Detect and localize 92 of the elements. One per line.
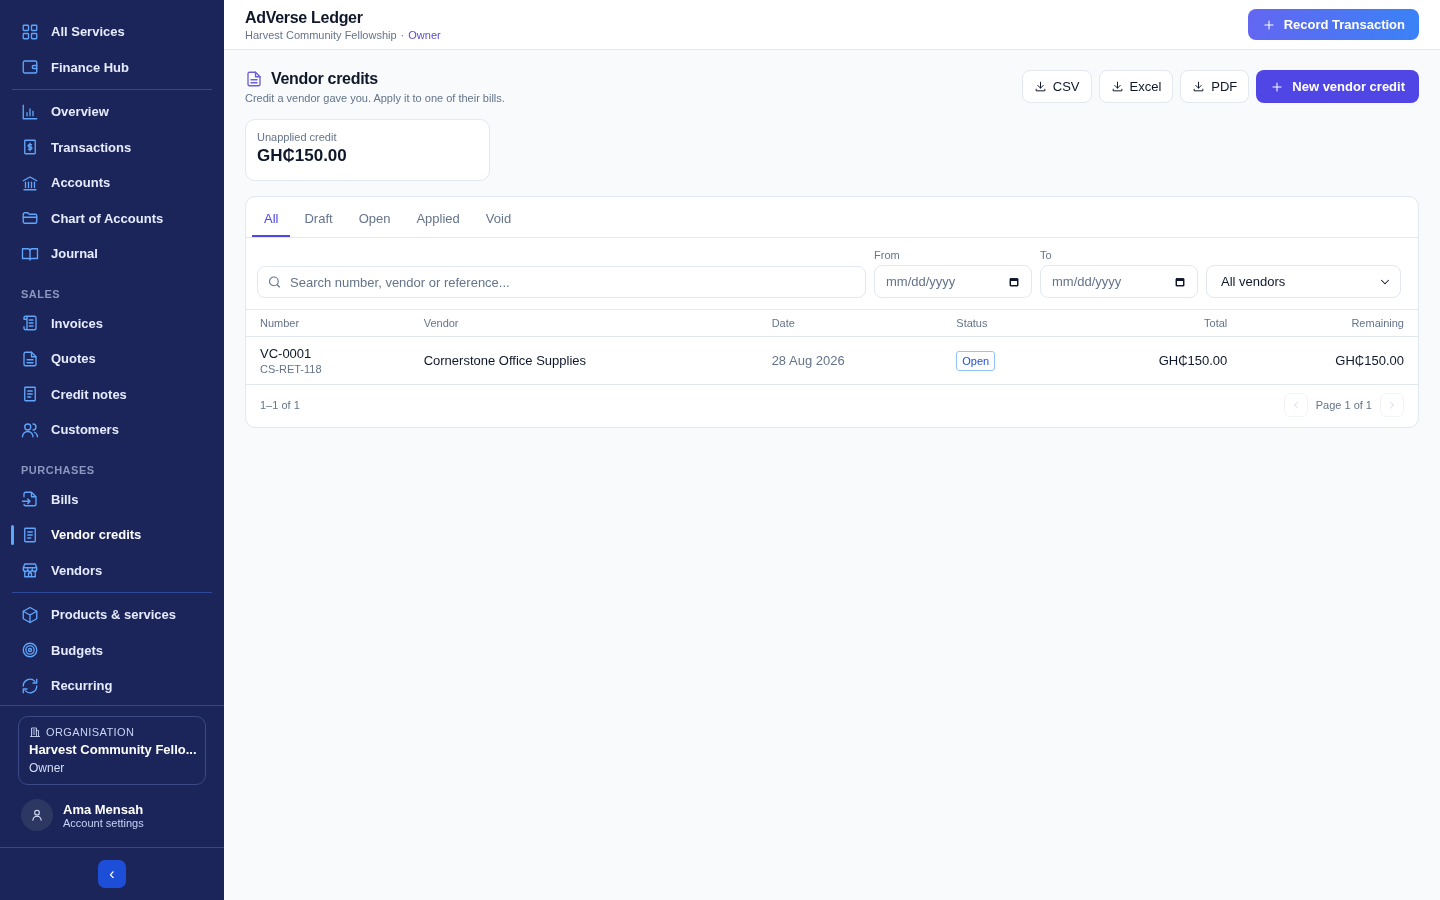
- summary-value: GH₵150.00: [257, 146, 348, 166]
- app-title: AdVerse Ledger: [245, 8, 364, 27]
- table-cell: VC-0001 CS-RET-118: [246, 336, 410, 385]
- plus-icon: [1270, 79, 1285, 94]
- section-heading: PURCHASES: [20, 462, 96, 478]
- search-icon: [267, 274, 282, 290]
- table-cell: Cornerstone Office Supplies: [409, 336, 758, 385]
- nav-item[interactable]: Chart of Accounts: [12, 200, 212, 236]
- vendor-select[interactable]: All vendors: [1206, 265, 1401, 298]
- nav-item[interactable]: Overview: [12, 94, 212, 130]
- users-icon: [21, 420, 39, 439]
- column-header: Date: [757, 310, 943, 337]
- tab[interactable]: Void: [473, 197, 524, 237]
- refresh-icon: [21, 676, 39, 695]
- next-page-button[interactable]: [1380, 393, 1404, 417]
- column-header: Total: [1064, 310, 1242, 337]
- tab[interactable]: All: [252, 197, 291, 237]
- nav-item[interactable]: Invoices: [12, 305, 212, 341]
- organisation-name: Harvest Community Fello...: [29, 742, 195, 757]
- tab[interactable]: Applied: [404, 197, 472, 237]
- date-field[interactable]: mm/dd/yyyy: [874, 265, 1032, 298]
- grid-icon: [21, 22, 39, 41]
- nav-item[interactable]: All Services: [12, 14, 212, 50]
- field-label: From: [874, 249, 901, 261]
- result-count: 1–1 of 1: [260, 399, 300, 411]
- dollar-receipt-icon: [21, 138, 39, 157]
- calendar-icon: [1008, 275, 1020, 288]
- export-button[interactable]: PDF: [1180, 70, 1250, 103]
- export-button[interactable]: Excel: [1098, 70, 1174, 103]
- user-name: Ama Mensah: [63, 801, 144, 817]
- status-badge: Open: [956, 350, 996, 371]
- role-label: Owner: [408, 28, 441, 41]
- nav-item[interactable]: Customers: [12, 412, 212, 448]
- column-header: Status: [942, 310, 1065, 337]
- calendar-icon: [1174, 275, 1186, 288]
- store-icon: [21, 561, 39, 580]
- column-header: Vendor: [409, 310, 758, 337]
- table-cell: GH₵150.00: [1241, 336, 1418, 385]
- target-icon: [21, 641, 39, 660]
- organisation-name: Harvest Community Fellowship: [245, 28, 397, 41]
- download-icon: [1110, 80, 1124, 93]
- document-icon: [245, 70, 263, 88]
- nav-item[interactable]: Credit notes: [12, 376, 212, 412]
- nav-item[interactable]: Finance Hub: [12, 49, 212, 85]
- plus-icon: [1261, 17, 1276, 32]
- scroll-icon: [21, 314, 39, 333]
- receipt-icon: [21, 525, 39, 544]
- previous-page-button[interactable]: [1283, 393, 1308, 417]
- nav-item[interactable]: Recurring: [12, 668, 212, 704]
- table-cell: GH₵150.00: [1064, 336, 1242, 385]
- wallet-icon: [21, 58, 39, 77]
- account-settings-link[interactable]: Account settings: [63, 816, 144, 829]
- separator: ·: [400, 28, 405, 41]
- table-cell: 28 Aug 2026: [757, 336, 943, 385]
- page-description: Credit a vendor gave you. Apply it to one of their bills.: [245, 92, 505, 104]
- organisation-card[interactable]: ORGANISATION Harvest Community Fello... Owner: [18, 716, 206, 785]
- field-label: To: [1040, 249, 1053, 261]
- column-header: Number: [246, 310, 410, 337]
- tab[interactable]: Draft: [292, 197, 345, 237]
- download-icon: [1033, 80, 1047, 93]
- download-icon: [1192, 80, 1206, 93]
- box-icon: [21, 605, 39, 624]
- nav-item[interactable]: Quotes: [12, 341, 212, 377]
- export-button[interactable]: CSV: [1021, 70, 1092, 103]
- avatar[interactable]: [21, 799, 53, 831]
- document-icon: [21, 349, 39, 368]
- building-icon: [29, 726, 41, 738]
- nav-item[interactable]: Vendor credits: [12, 517, 212, 553]
- file-import-icon: [21, 490, 39, 509]
- nav-item[interactable]: Accounts: [12, 165, 212, 201]
- nav-item[interactable]: Transactions: [12, 129, 212, 165]
- search-field[interactable]: Search number, vendor or reference...: [257, 266, 866, 298]
- page-title: Vendor credits: [271, 70, 378, 88]
- new-vendor-credit-button[interactable]: New vendor credit: [1256, 70, 1419, 103]
- nav-item[interactable]: Journal: [12, 236, 212, 272]
- section-heading: SALES: [20, 286, 62, 302]
- record-transaction-button[interactable]: Record Transaction: [1247, 9, 1419, 40]
- collapse-button[interactable]: ‹: [98, 860, 126, 888]
- date-field[interactable]: mm/dd/yyyy: [1040, 265, 1198, 298]
- bar-chart-icon: [21, 102, 39, 121]
- nav-item[interactable]: Budgets: [12, 632, 212, 668]
- organisation-role: Owner: [29, 761, 66, 775]
- column-header: Remaining: [1241, 310, 1418, 337]
- nav-item[interactable]: Products & services: [12, 597, 212, 633]
- nav-item[interactable]: Vendors: [12, 552, 212, 588]
- nav-item[interactable]: Bills: [12, 481, 212, 517]
- summary-label: Unapplied credit: [257, 131, 338, 143]
- organisation-label: ORGANISATION: [46, 726, 135, 738]
- page-indicator: Page 1 of 1: [1315, 399, 1372, 411]
- person-icon: [30, 808, 44, 822]
- tab[interactable]: Open: [346, 197, 403, 237]
- receipt-icon: [21, 385, 39, 404]
